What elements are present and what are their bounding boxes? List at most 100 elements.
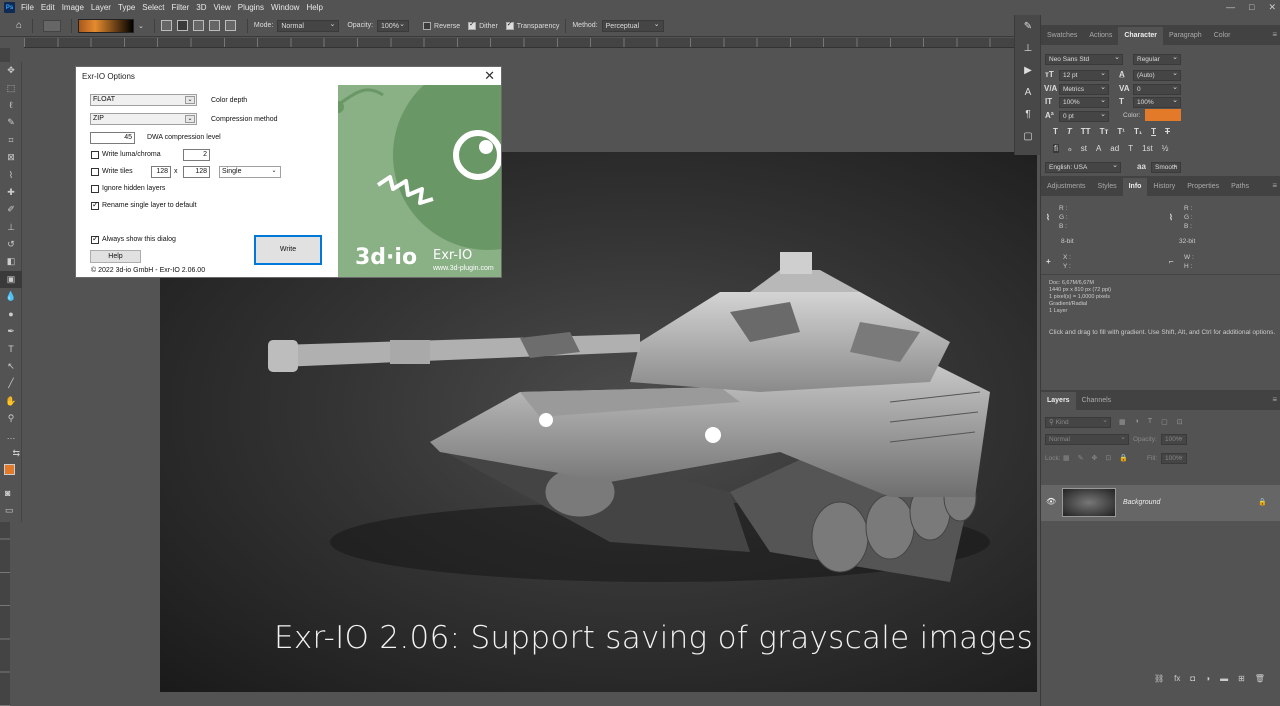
- menu-select[interactable]: Select: [142, 3, 164, 12]
- panel-menu-icon[interactable]: ≡: [1272, 395, 1277, 404]
- menu-filter[interactable]: Filter: [172, 3, 190, 12]
- tab-styles[interactable]: Styles: [1092, 178, 1123, 196]
- strikethrough-button[interactable]: T: [1165, 127, 1170, 136]
- paragraph-panel-icon[interactable]: ¶: [1015, 103, 1041, 125]
- menu-3d[interactable]: 3D: [196, 3, 206, 12]
- panel-menu-icon[interactable]: ≡: [1272, 181, 1277, 190]
- tab-layers[interactable]: Layers: [1041, 392, 1076, 410]
- minimize-icon[interactable]: —: [1226, 2, 1235, 13]
- reflected-gradient-icon[interactable]: [208, 20, 220, 31]
- reverse-option[interactable]: Reverse: [423, 21, 460, 30]
- always-show-checkbox[interactable]: [91, 234, 99, 244]
- vertical-scale-input[interactable]: 100%: [1059, 96, 1109, 108]
- lasso-tool-icon[interactable]: ℓ: [0, 97, 22, 114]
- stylistic-alternates-button[interactable]: ad: [1110, 144, 1119, 153]
- kerning-select[interactable]: Metrics: [1059, 83, 1109, 95]
- blur-tool-icon[interactable]: 💧: [0, 288, 22, 305]
- menu-view[interactable]: View: [214, 3, 231, 12]
- fx-icon[interactable]: fx: [1174, 674, 1180, 683]
- link-layers-icon[interactable]: ⛓: [1154, 674, 1164, 683]
- type-filter-icon[interactable]: T: [1148, 418, 1152, 426]
- more-tools-icon[interactable]: …: [0, 427, 22, 444]
- tab-info[interactable]: Info: [1122, 178, 1148, 196]
- brush-settings-icon[interactable]: ✎: [1015, 15, 1041, 37]
- pen-tool-icon[interactable]: ✒: [0, 323, 22, 340]
- panel-menu-icon[interactable]: ≡: [1272, 30, 1277, 39]
- radial-gradient-icon[interactable]: [176, 20, 188, 31]
- history-brush-icon[interactable]: ↺: [0, 236, 22, 253]
- fill-input[interactable]: 100%: [1161, 452, 1187, 464]
- help-button[interactable]: Help: [90, 250, 141, 263]
- healing-brush-icon[interactable]: ✚: [0, 184, 22, 201]
- leading-select[interactable]: (Auto): [1133, 69, 1181, 81]
- write-luma-checkbox[interactable]: [91, 151, 99, 159]
- layer-opacity-input[interactable]: 100%: [1161, 433, 1187, 445]
- foreground-color-swatch[interactable]: [4, 464, 15, 475]
- tab-swatches[interactable]: Swatches: [1041, 27, 1083, 45]
- all-caps-button[interactable]: TT: [1081, 127, 1091, 136]
- rename-layer-checkbox[interactable]: [91, 200, 99, 210]
- swap-colors-icon[interactable]: ⇆: [0, 445, 22, 462]
- fractions-button[interactable]: ½: [1162, 144, 1169, 153]
- antialias-select[interactable]: Smooth: [1151, 161, 1181, 173]
- quick-mask-icon[interactable]: ◙: [5, 488, 10, 498]
- mode-select[interactable]: Normal: [277, 19, 340, 32]
- underline-button[interactable]: T: [1151, 127, 1156, 136]
- swash-button[interactable]: A: [1096, 144, 1101, 153]
- glyphs-panel-icon[interactable]: ▢: [1015, 125, 1041, 147]
- baseline-shift-input[interactable]: 0 pt: [1059, 110, 1109, 122]
- tab-adjustments[interactable]: Adjustments: [1041, 178, 1092, 196]
- menu-plugins[interactable]: Plugins: [238, 3, 264, 12]
- tab-color[interactable]: Color: [1208, 27, 1237, 45]
- dodge-tool-icon[interactable]: ●: [0, 305, 22, 322]
- new-layer-icon[interactable]: ⊞: [1238, 674, 1245, 683]
- tile-height-input[interactable]: 128: [183, 166, 210, 178]
- screen-mode-icon[interactable]: ▭: [5, 505, 14, 516]
- adjustment-layer-icon[interactable]: ◑: [1205, 674, 1210, 683]
- dither-checkbox[interactable]: [468, 20, 477, 30]
- adjustment-filter-icon[interactable]: ◑: [1135, 418, 1139, 426]
- reverse-checkbox[interactable]: [423, 21, 432, 30]
- tab-paragraph[interactable]: Paragraph: [1163, 27, 1208, 45]
- tile-mode-select[interactable]: Single ⌄: [219, 166, 281, 178]
- eyedropper-tool-icon[interactable]: ⌇: [0, 166, 22, 183]
- menu-window[interactable]: Window: [271, 3, 299, 12]
- line-tool-icon[interactable]: ╱: [0, 375, 22, 392]
- clone-source-icon[interactable]: ⊥: [1015, 37, 1041, 59]
- lock-pixels-icon[interactable]: ✎: [1078, 454, 1084, 462]
- new-group-icon[interactable]: ▬: [1220, 674, 1228, 683]
- menu-type[interactable]: Type: [118, 3, 135, 12]
- tab-actions[interactable]: Actions: [1083, 27, 1118, 45]
- maximize-icon[interactable]: □: [1249, 2, 1254, 13]
- dwa-level-input[interactable]: 45: [90, 132, 135, 144]
- diamond-gradient-icon[interactable]: [224, 20, 236, 31]
- ligatures-button[interactable]: fi: [1053, 144, 1059, 153]
- superscript-button[interactable]: T¹: [1117, 127, 1125, 136]
- menu-layer[interactable]: Layer: [91, 3, 111, 12]
- quick-select-tool-icon[interactable]: ✎: [0, 114, 22, 131]
- color-depth-select[interactable]: FLOAT ⌄: [90, 94, 197, 106]
- path-select-icon[interactable]: ↖: [0, 358, 22, 375]
- write-button[interactable]: Write: [254, 235, 322, 265]
- layer-row-background[interactable]: 👁 Background 🔒: [1041, 485, 1280, 521]
- lock-transparent-icon[interactable]: ▦: [1063, 454, 1070, 462]
- visibility-eye-icon[interactable]: 👁: [1046, 497, 1056, 506]
- eraser-tool-icon[interactable]: ◧: [0, 253, 22, 270]
- titling-alternates-button[interactable]: T: [1128, 144, 1133, 153]
- tab-properties[interactable]: Properties: [1181, 178, 1225, 196]
- method-select[interactable]: Perceptual: [601, 19, 664, 32]
- luma-value-input[interactable]: 2: [183, 149, 210, 161]
- tracking-select[interactable]: 0: [1133, 83, 1181, 95]
- ordinals-button[interactable]: 1st: [1142, 144, 1153, 153]
- transparency-checkbox[interactable]: [505, 20, 514, 30]
- smart-filter-icon[interactable]: ⊡: [1177, 418, 1183, 426]
- close-window-icon[interactable]: ✕: [1268, 2, 1276, 13]
- pixel-filter-icon[interactable]: ▦: [1119, 418, 1126, 426]
- horizontal-scale-input[interactable]: 100%: [1133, 96, 1181, 108]
- menu-edit[interactable]: Edit: [41, 3, 55, 12]
- menu-help[interactable]: Help: [306, 3, 322, 12]
- chevron-down-icon[interactable]: ⌄: [138, 22, 144, 30]
- tool-preset-icon[interactable]: [43, 19, 61, 32]
- lock-artboard-icon[interactable]: ⊡: [1105, 454, 1111, 462]
- layer-name[interactable]: Background: [1123, 499, 1160, 506]
